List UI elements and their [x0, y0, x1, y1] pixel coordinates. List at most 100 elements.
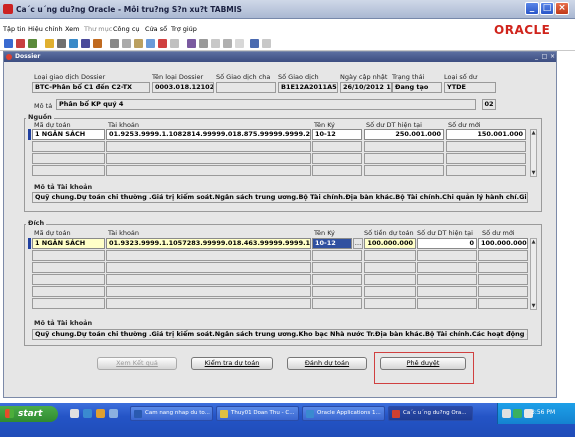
source-empty-cell[interactable] [106, 141, 311, 152]
zoom-record-icon[interactable] [187, 39, 196, 48]
menu-window[interactable]: Cửa sổ [145, 25, 167, 33]
dest-empty-cell[interactable] [417, 262, 477, 273]
dest-empty-cell[interactable] [364, 274, 416, 285]
dest-empty-cell[interactable] [364, 250, 416, 261]
dest-empty-cell[interactable] [364, 286, 416, 297]
dest-empty-cell[interactable] [417, 250, 477, 261]
dest-empty-cell[interactable] [32, 250, 105, 261]
source-empty-cell[interactable] [364, 153, 444, 164]
source-account-cell[interactable]: 01.9253.9999.1.1082814.99999.018.875.999… [106, 129, 311, 140]
help-tool-icon[interactable] [235, 39, 244, 48]
attachments-icon[interactable] [199, 39, 208, 48]
about-icon[interactable] [262, 39, 271, 48]
navigate-icon[interactable] [28, 39, 37, 48]
dest-scrollbar[interactable]: ▲ ▼ [530, 238, 537, 310]
dest-empty-cell[interactable] [417, 286, 477, 297]
dest-empty-cell[interactable] [417, 274, 477, 285]
view-result-button[interactable]: Xem Kết quả [97, 357, 177, 370]
source-empty-cell[interactable] [32, 141, 105, 152]
scroll-down-icon[interactable]: ▼ [531, 170, 536, 176]
dest-empty-cell[interactable] [32, 286, 105, 297]
menu-help[interactable]: Trợ giúp [171, 25, 197, 33]
source-empty-cell[interactable] [32, 165, 105, 176]
dest-empty-cell[interactable] [364, 298, 416, 309]
source-empty-cell[interactable] [312, 141, 362, 152]
source-empty-cell[interactable] [446, 141, 526, 152]
dossier-type-name-field[interactable]: 0003.018.121026.k [152, 82, 214, 93]
dossier-type-field[interactable]: BTC-Phân bổ C1 đến C2-TX [32, 82, 150, 93]
dest-empty-cell[interactable] [106, 298, 311, 309]
dest-empty-cell[interactable] [106, 250, 311, 261]
dest-empty-cell[interactable] [312, 274, 362, 285]
menu-folder[interactable]: Thư mục [84, 25, 112, 33]
quicklaunch-icon[interactable] [109, 409, 118, 418]
scroll-up-icon[interactable]: ▲ [531, 239, 536, 245]
dest-empty-cell[interactable] [32, 262, 105, 273]
evaluate-budget-button[interactable]: Đánh dự toán [287, 357, 367, 370]
transaction-number-field[interactable]: B1E12A2011A52 [278, 82, 338, 93]
inner-minimize-button[interactable]: _ [533, 53, 540, 60]
folder-tools-icon[interactable] [211, 39, 220, 48]
dest-empty-cell[interactable] [32, 274, 105, 285]
dest-empty-cell[interactable] [478, 262, 528, 273]
dest-empty-cell[interactable] [478, 250, 528, 261]
dest-name-cell[interactable]: 10-12 [312, 238, 352, 249]
source-empty-cell[interactable] [32, 153, 105, 164]
find-icon[interactable] [69, 39, 78, 48]
dest-current-cell[interactable]: 0 [417, 238, 477, 249]
dest-empty-cell[interactable] [106, 286, 311, 297]
source-budget-cell[interactable]: 1 NGÂN SÁCH [32, 129, 105, 140]
dest-empty-cell[interactable] [312, 286, 362, 297]
menu-file[interactable]: Tập tin [3, 25, 26, 33]
task-button-thuy[interactable]: Thuy01 Doan Thu - C... [216, 406, 299, 421]
inner-close-button[interactable]: × [549, 53, 556, 60]
desktop-icon[interactable] [70, 409, 79, 418]
mail-icon[interactable] [96, 409, 105, 418]
source-account-description[interactable]: Quỹ chung.Dự toán chi thường .Giá trị ki… [32, 192, 528, 203]
maximize-button[interactable]: □ [540, 2, 554, 15]
source-name-cell[interactable]: 10-12 [312, 129, 362, 140]
dest-empty-cell[interactable] [106, 262, 311, 273]
scroll-down-icon[interactable]: ▼ [531, 303, 536, 309]
source-new-cell[interactable]: 150.001.000 [446, 129, 526, 140]
menu-edit[interactable]: Hiệu chỉnh [28, 25, 63, 33]
updated-date-field[interactable]: 26/10/2012 10:1 [340, 82, 392, 93]
source-empty-cell[interactable] [106, 165, 311, 176]
dest-empty-cell[interactable] [364, 262, 416, 273]
zoom-icon[interactable] [81, 39, 90, 48]
source-empty-cell[interactable] [312, 165, 362, 176]
task-button-oracle-apps[interactable]: Oracle Applications 1... [302, 406, 385, 421]
description-field[interactable]: Phân bổ KP quý 4 [56, 99, 476, 110]
check-budget-button[interactable]: Kiểm tra dự toán [191, 357, 273, 370]
window-icon[interactable] [223, 39, 232, 48]
folder-icon[interactable] [45, 39, 54, 48]
help-icon[interactable] [250, 39, 259, 48]
dest-empty-cell[interactable] [417, 298, 477, 309]
dest-account-description[interactable]: Quỹ chung.Dự toán chi thường .Giá trị ki… [32, 329, 528, 340]
dest-account-cell[interactable]: 01.9323.9999.1.1057283.99999.018.463.999… [106, 238, 311, 249]
source-empty-cell[interactable] [106, 153, 311, 164]
lov-button[interactable]: … [353, 238, 363, 249]
source-empty-cell[interactable] [364, 141, 444, 152]
source-current-cell[interactable]: 250.001.000 [364, 129, 444, 140]
dest-budget-cell[interactable]: 1 NGÂN SÁCH [32, 238, 105, 249]
edit-field-icon[interactable] [170, 39, 179, 48]
translate-icon[interactable] [93, 39, 102, 48]
dest-empty-cell[interactable] [312, 250, 362, 261]
open-icon[interactable] [4, 39, 13, 48]
delete-icon[interactable] [158, 39, 167, 48]
browser-icon[interactable] [83, 409, 92, 418]
source-empty-cell[interactable] [312, 153, 362, 164]
paste-icon[interactable] [134, 39, 143, 48]
copy-icon[interactable] [122, 39, 131, 48]
dest-empty-cell[interactable] [106, 274, 311, 285]
print-icon[interactable] [57, 39, 66, 48]
dest-new-cell[interactable]: 100.000.000 [478, 238, 528, 249]
source-empty-cell[interactable] [364, 165, 444, 176]
menu-view[interactable]: Xem [65, 25, 80, 33]
dest-empty-cell[interactable] [312, 298, 362, 309]
parent-number-field[interactable] [216, 82, 276, 93]
inner-maximize-button[interactable]: □ [541, 53, 548, 60]
dest-empty-cell[interactable] [32, 298, 105, 309]
menu-tools[interactable]: Công cụ [113, 25, 140, 33]
